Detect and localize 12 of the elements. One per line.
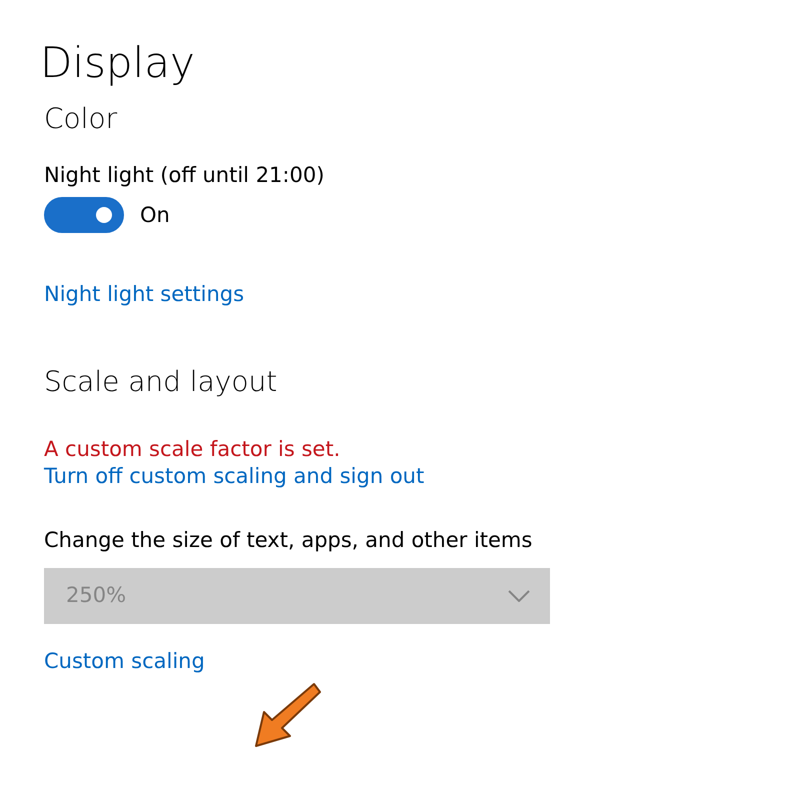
section-heading: Color — [44, 102, 118, 136]
chevron-down-icon — [508, 590, 530, 602]
page-title: Display — [40, 38, 196, 88]
toggle-switch[interactable] — [44, 197, 124, 234]
warning-text: A custom scale factor is set. — [44, 436, 342, 464]
toggle-state: On — [140, 202, 170, 229]
custom-scaling-link[interactable]: Custom scaling — [44, 648, 205, 676]
sign-out-link[interactable]: Turn off custom scaling and sign out — [44, 463, 424, 491]
setting-label: Night light (off until 21:00) — [44, 162, 326, 189]
setting-label: Change the size of text, apps, and other items — [44, 526, 534, 554]
section-heading: Scale and layout — [44, 364, 278, 398]
settings-link[interactable]: Night light settings — [44, 281, 244, 309]
